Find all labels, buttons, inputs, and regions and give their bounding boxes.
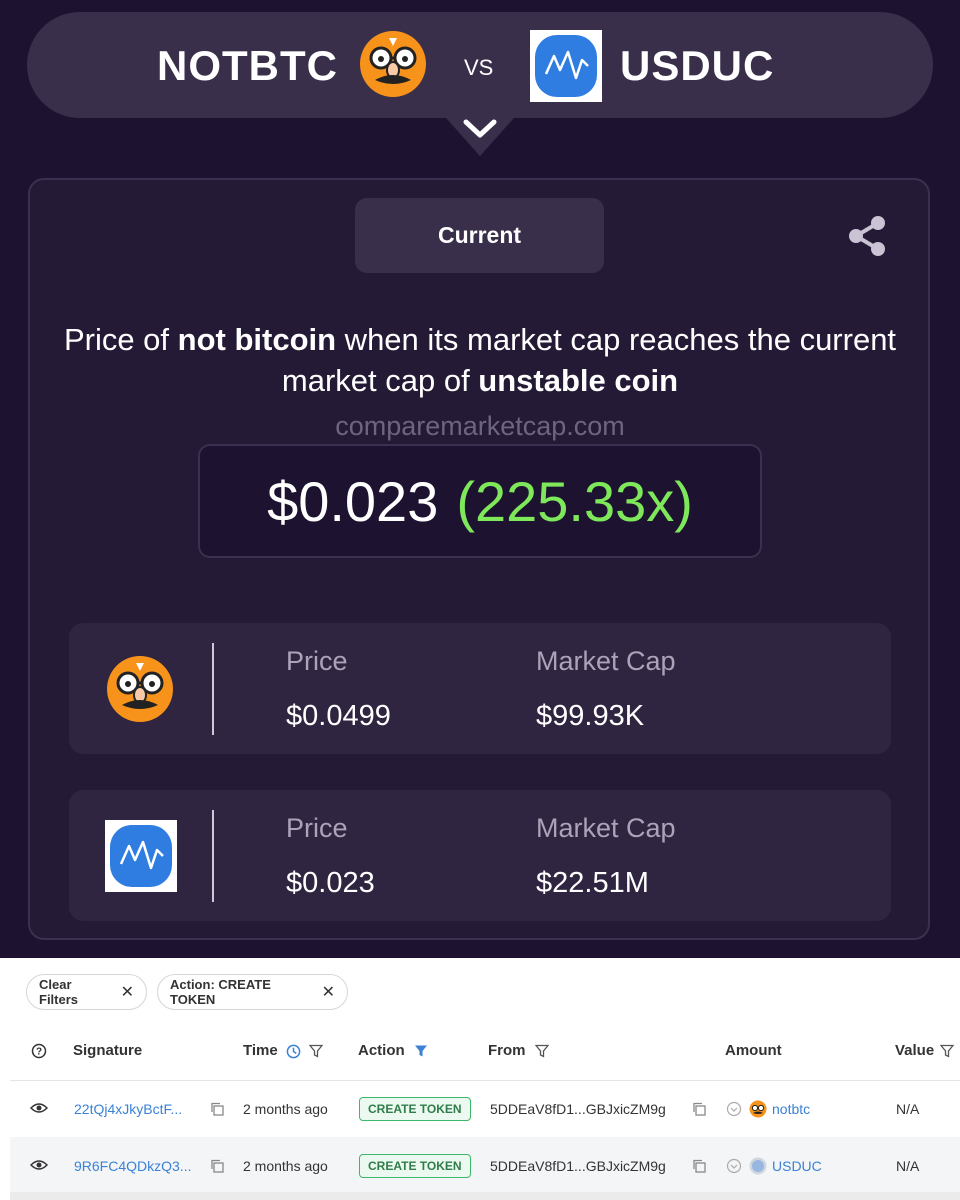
price-label: Price	[286, 646, 348, 676]
chip-label: Clear Filters	[39, 977, 79, 1007]
action-badge: CREATE TOKEN	[359, 1154, 471, 1178]
tab-current[interactable]: Current	[355, 198, 604, 273]
clear-filters-chip[interactable]: Clear Filters ✕	[26, 974, 147, 1010]
usduc-logo-icon	[105, 820, 177, 892]
copy-icon[interactable]	[210, 1159, 224, 1173]
market-cap-label: Market Cap	[536, 813, 676, 843]
col-time[interactable]: Time	[243, 1041, 323, 1061]
copy-icon[interactable]	[210, 1102, 224, 1116]
col-from[interactable]: From	[488, 1041, 549, 1061]
result-box: $0.023 (225.33x)	[198, 444, 762, 558]
col-amount[interactable]: Amount	[725, 1041, 782, 1061]
help-icon[interactable]: ?	[31, 1043, 47, 1059]
close-icon[interactable]: ✕	[322, 982, 335, 1002]
table-row[interactable]: 22tQj4xJkyBctF... 2 months ago CREATE TO…	[10, 1081, 960, 1137]
left-coin-name[interactable]: NOTBTC	[157, 40, 338, 92]
chevron-down-icon[interactable]	[462, 118, 498, 140]
col-action[interactable]: Action	[358, 1041, 428, 1061]
divider	[212, 810, 214, 902]
from-address[interactable]: 5DDEaV8fD1...GBJxicZM9g	[490, 1100, 666, 1118]
col-signature[interactable]: Signature	[73, 1041, 142, 1061]
chip-label: Action: CREATE TOKEN	[170, 977, 271, 1007]
col-time-label: Time	[243, 1042, 278, 1059]
horizontal-scrollbar[interactable]	[10, 1192, 960, 1200]
time-cell: 2 months ago	[243, 1101, 328, 1117]
market-cap-label: Market Cap	[536, 646, 676, 676]
desc-coin-b: unstable coin	[478, 363, 679, 398]
col-value-label: Value	[895, 1042, 935, 1059]
divider	[212, 643, 214, 735]
price-label: Price	[286, 813, 348, 843]
filter-icon[interactable]	[308, 1044, 323, 1058]
market-cap-value: $22.51M	[536, 867, 649, 899]
usduc-logo-icon	[530, 30, 602, 102]
action-filter-chip[interactable]: Action: CREATE TOKEN ✕	[157, 974, 348, 1010]
from-address[interactable]: 5DDEaV8fD1...GBJxicZM9g	[490, 1157, 666, 1175]
signature-link[interactable]: 9R6FC4QDkzQ3...	[74, 1157, 191, 1175]
col-value[interactable]: Value	[895, 1041, 955, 1061]
clock-icon[interactable]	[286, 1044, 301, 1059]
desc-coin-a: not bitcoin	[177, 322, 337, 357]
vs-label: VS	[464, 55, 494, 80]
filter-icon[interactable]	[534, 1044, 549, 1058]
filter-active-icon[interactable]	[414, 1044, 428, 1058]
comparison-description: Price of not bitcoin when its market cap…	[60, 319, 900, 401]
filter-icon[interactable]	[940, 1044, 955, 1058]
col-action-label: Action	[358, 1042, 405, 1059]
time-cell: 2 months ago	[243, 1158, 328, 1174]
copy-icon[interactable]	[692, 1102, 706, 1116]
share-icon[interactable]	[846, 214, 888, 258]
table-row[interactable]: 9R6FC4QDkzQ3... 2 months ago CREATE TOKE…	[10, 1137, 960, 1193]
market-cap-value: $99.93K	[536, 700, 645, 732]
price-value: $0.0499	[286, 700, 391, 732]
action-badge: CREATE TOKEN	[359, 1097, 471, 1121]
notbtc-logo-icon	[360, 31, 426, 97]
right-coin-name[interactable]: USDUC	[620, 40, 774, 92]
signature-link[interactable]: 22tQj4xJkyBctF...	[74, 1100, 182, 1118]
eye-icon[interactable]	[30, 1158, 48, 1172]
svg-text:?: ?	[36, 1047, 42, 1058]
eye-icon[interactable]	[30, 1101, 48, 1115]
notbtc-token-icon	[749, 1100, 767, 1118]
result-multiplier: (225.33x)	[456, 469, 693, 533]
value-cell: N/A	[896, 1101, 920, 1117]
coin-stats-row: Price $0.0499 Market Cap $99.93K	[69, 623, 891, 754]
usduc-token-icon	[749, 1157, 767, 1175]
value-cell: N/A	[896, 1158, 920, 1174]
chevron-down-circle-icon[interactable]	[726, 1158, 742, 1174]
price-value: $0.023	[286, 867, 375, 899]
close-icon[interactable]: ✕	[121, 982, 134, 1002]
chevron-down-circle-icon[interactable]	[726, 1101, 742, 1117]
site-watermark: comparemarketcap.com	[335, 411, 625, 441]
amount-token-link[interactable]: notbtc	[772, 1100, 810, 1118]
col-from-label: From	[488, 1042, 526, 1059]
result-price: $0.023	[267, 469, 439, 533]
desc-text: Price of	[63, 322, 178, 357]
notbtc-logo-icon	[107, 656, 173, 722]
coin-stats-row: Price $0.023 Market Cap $22.51M	[69, 790, 891, 921]
copy-icon[interactable]	[692, 1159, 706, 1173]
amount-token-link[interactable]: USDUC	[772, 1157, 822, 1175]
